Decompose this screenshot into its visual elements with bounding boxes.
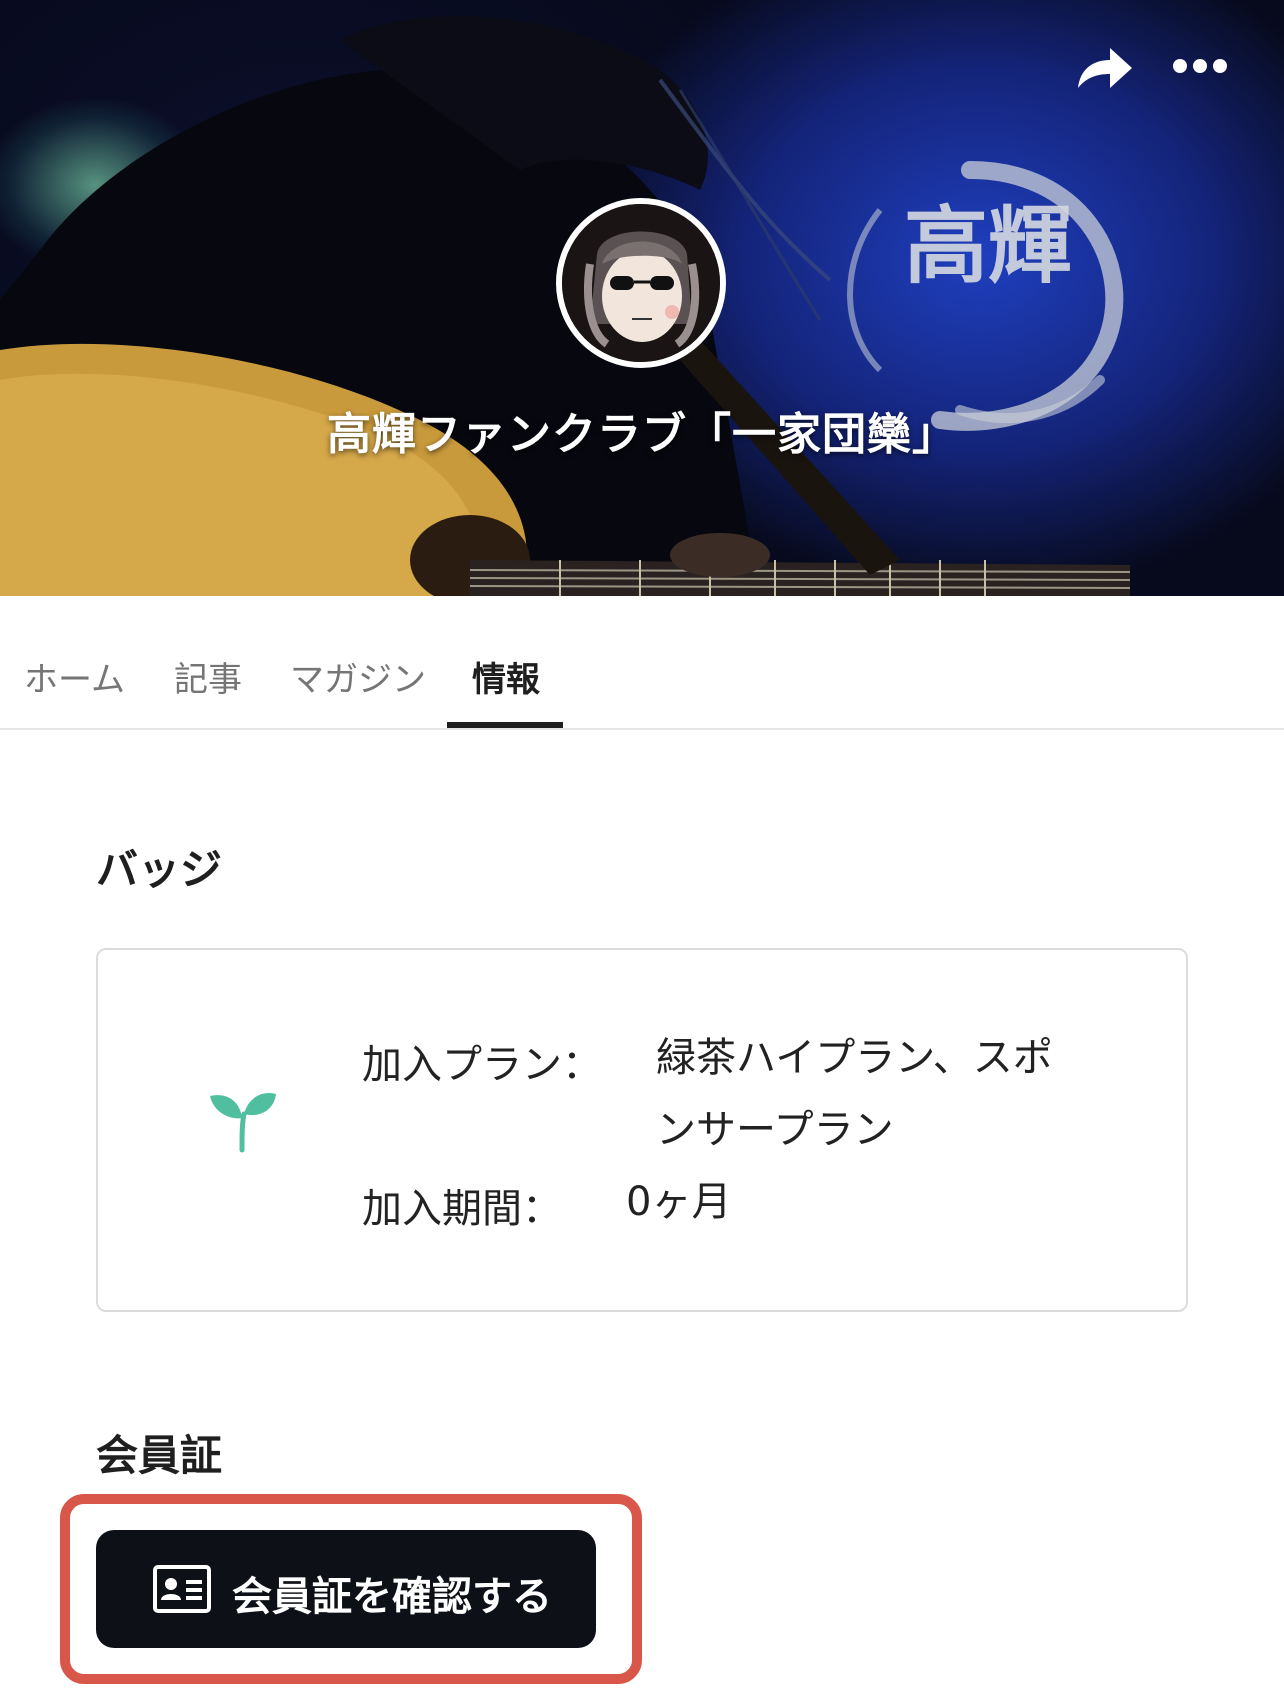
share-arrow-icon[interactable]: [1072, 42, 1134, 94]
plan-value-line1: 緑茶ハイプラン、スポ: [656, 1035, 1053, 1081]
sprout-icon: [210, 1092, 276, 1153]
period-value: 0ヶ月: [626, 1179, 732, 1225]
tab-bar: ホーム 記事 マガジン 情報: [0, 596, 1284, 730]
plan-value-line2: ンサープラン: [656, 1107, 894, 1153]
more-dots-icon[interactable]: [1170, 48, 1230, 84]
id-card-icon: [153, 1565, 211, 1613]
plan-label: 加入プラン：: [362, 1042, 602, 1088]
cover-image: 高輝 高輝ファンクラブ「一家団欒」: [0, 0, 1284, 596]
tab-articles[interactable]: 記事: [174, 652, 242, 730]
svg-text:高輝: 高輝: [904, 196, 1072, 295]
view-membership-card-button[interactable]: 会員証を確認する: [96, 1530, 596, 1648]
badge-section-title: バッジ: [96, 845, 223, 894]
membership-button-label: 会員証を確認する: [232, 1574, 552, 1620]
active-tab-indicator: [447, 722, 563, 728]
tab-home[interactable]: ホーム: [24, 652, 125, 730]
tab-magazine[interactable]: マガジン: [290, 652, 426, 730]
period-label: 加入期間：: [362, 1186, 562, 1232]
membership-section-title: 会員証: [96, 1431, 223, 1480]
tab-info[interactable]: 情報: [472, 652, 540, 730]
avatar[interactable]: [556, 198, 726, 368]
page-title: 高輝ファンクラブ「一家団欒」: [327, 409, 957, 460]
avatar-illustration-icon: [562, 204, 720, 362]
badge-card: 加入プラン： 緑茶ハイプラン、スポ ンサープラン 加入期間： 0ヶ月: [96, 948, 1188, 1312]
